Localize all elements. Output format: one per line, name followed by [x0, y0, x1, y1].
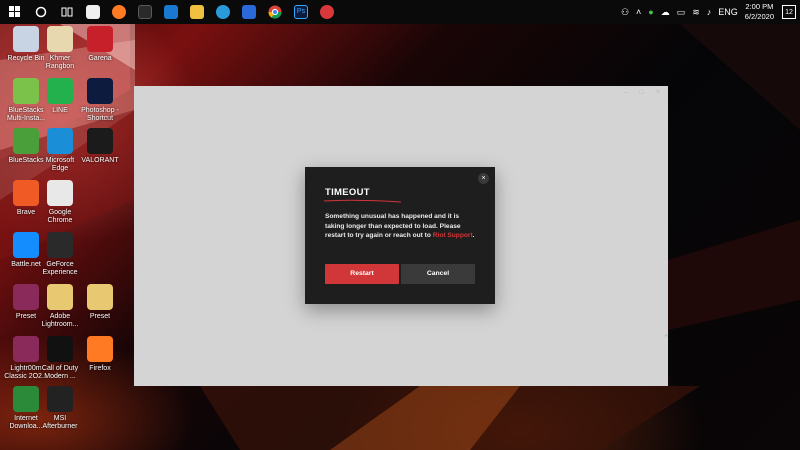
desktop-icon-label: MSI Afterburner [42, 415, 78, 430]
battery-icon[interactable]: ▭ [677, 7, 686, 18]
close-window-icon[interactable]: × [656, 89, 660, 96]
store-icon[interactable] [82, 2, 104, 22]
garena-icon [87, 26, 113, 52]
desktop-icon[interactable]: Garena [78, 26, 122, 63]
system-tray: ⚇ ˄ ● ☁ ▭ ≋ ♪ ENG 2:00 PM 6/2/2020 12 [621, 0, 800, 24]
desktop-icon-label: Call of Duty Modern ... [41, 365, 79, 380]
photoshop-icon[interactable]: Ps [290, 2, 312, 22]
riot-support-link[interactable]: Riot Support [433, 232, 473, 239]
winrar-icon [13, 284, 39, 310]
desktop-icon-label: GeForce Experience [42, 261, 78, 276]
window-controls: – □ × [624, 89, 660, 96]
folder-icon [87, 284, 113, 310]
telegram-icon[interactable] [316, 2, 338, 22]
desktop-icon-label: VALORANT [81, 157, 119, 164]
idm-icon [13, 386, 39, 412]
desktop-icon[interactable]: MSI Afterburner [38, 386, 82, 431]
dialog-title: TIMEOUT [325, 187, 370, 198]
cancel-button[interactable]: Cancel [401, 264, 475, 284]
bluestacks-icon [13, 128, 39, 154]
desktop-icon[interactable]: Preset [78, 284, 122, 321]
winrar-icon [13, 336, 39, 362]
language-indicator[interactable]: ENG [718, 7, 738, 17]
person-icon[interactable]: ⚇ [621, 7, 629, 18]
sync-icon[interactable]: ● [648, 7, 653, 17]
desktop-icon[interactable]: LINE [38, 78, 82, 115]
cloud-icon[interactable]: ☁ [661, 7, 670, 18]
desktop-icon[interactable]: Microsoft Edge [38, 128, 82, 173]
firefox-icon [87, 336, 113, 362]
desktop-icon-label: Adobe Lightroom... [41, 313, 79, 328]
desktop-icon[interactable]: Khmer Rangbon [38, 26, 82, 71]
desktop-icon-label: Photoshop - Shortcut [81, 107, 119, 122]
bluestacks-multi-icon [13, 78, 39, 104]
desktop-icon[interactable]: Photoshop - Shortcut [78, 78, 122, 123]
file-explorer-icon[interactable] [186, 2, 208, 22]
title-underline-graphic [323, 199, 402, 203]
wifi-icon[interactable]: ≋ [692, 7, 700, 18]
desktop-icon-label: LINE [52, 107, 68, 114]
chrome-icon [47, 180, 73, 206]
start-icon[interactable] [4, 2, 26, 22]
defender-icon[interactable] [238, 2, 260, 22]
desktop-icon[interactable]: Firefox [78, 336, 122, 373]
task-view-icon[interactable] [56, 2, 78, 22]
minimize-icon[interactable]: – [624, 89, 628, 96]
desktop-icon-label: Microsoft Edge [45, 157, 75, 172]
desktop-icon[interactable]: Google Chrome [38, 180, 82, 225]
desktop-icon-label: Firefox [89, 365, 111, 372]
codmw-icon [47, 336, 73, 362]
desktop-icon[interactable]: Adobe Lightroom... [38, 284, 82, 329]
valorant-icon [87, 128, 113, 154]
chrome-icon[interactable] [264, 2, 286, 22]
desktop-icon-label: Garena [88, 55, 112, 62]
notification-icon[interactable]: 12 [782, 5, 796, 19]
brave-icon [13, 180, 39, 206]
dialog-message: Something unusual has happened and it is… [325, 212, 480, 241]
battlenet-icon [13, 232, 39, 258]
chevron-up-icon[interactable]: ˄ [636, 7, 641, 17]
taskbar: Ps ⚇ ˄ ● ☁ ▭ ≋ ♪ ENG 2:00 PM 6/2/2020 12 [0, 0, 800, 24]
edge-icon [47, 128, 73, 154]
timeout-dialog: × TIMEOUT Something unusual has happened… [305, 167, 495, 304]
folder-icon [47, 284, 73, 310]
desktop-icon[interactable]: Call of Duty Modern ... [38, 336, 82, 381]
document-icon [47, 26, 73, 52]
geforce-icon [47, 232, 73, 258]
resize-handle-icon[interactable]: ▸ [665, 332, 668, 339]
restart-button[interactable]: Restart [325, 264, 399, 284]
firefox-icon[interactable] [108, 2, 130, 22]
afterburner-icon [47, 386, 73, 412]
dialog-close-button[interactable]: × [478, 173, 489, 184]
line-icon [47, 78, 73, 104]
desktop-icon-label: Khmer Rangbon [45, 55, 75, 70]
clock-time: 2:00 PM [745, 2, 774, 11]
mail-icon[interactable] [160, 2, 182, 22]
recycle-bin-icon [13, 26, 39, 52]
gaming-app-icon[interactable] [134, 2, 156, 22]
desktop-icon-label: Google Chrome [47, 209, 73, 224]
clock-date: 6/2/2020 [744, 12, 774, 21]
clock[interactable]: 2:00 PM 6/2/2020 [745, 2, 774, 22]
desktop-icon[interactable]: VALORANT [78, 128, 122, 165]
photoshop-icon [87, 78, 113, 104]
desktop-icon-label: Preset [89, 313, 111, 320]
volume-icon[interactable]: ♪ [707, 7, 712, 17]
dialog-message-end: . [472, 232, 475, 239]
maximize-icon[interactable]: □ [640, 89, 644, 96]
edge-icon[interactable] [212, 2, 234, 22]
search-circle-icon[interactable] [30, 2, 52, 22]
desktop-icon[interactable]: GeForce Experience [38, 232, 82, 277]
